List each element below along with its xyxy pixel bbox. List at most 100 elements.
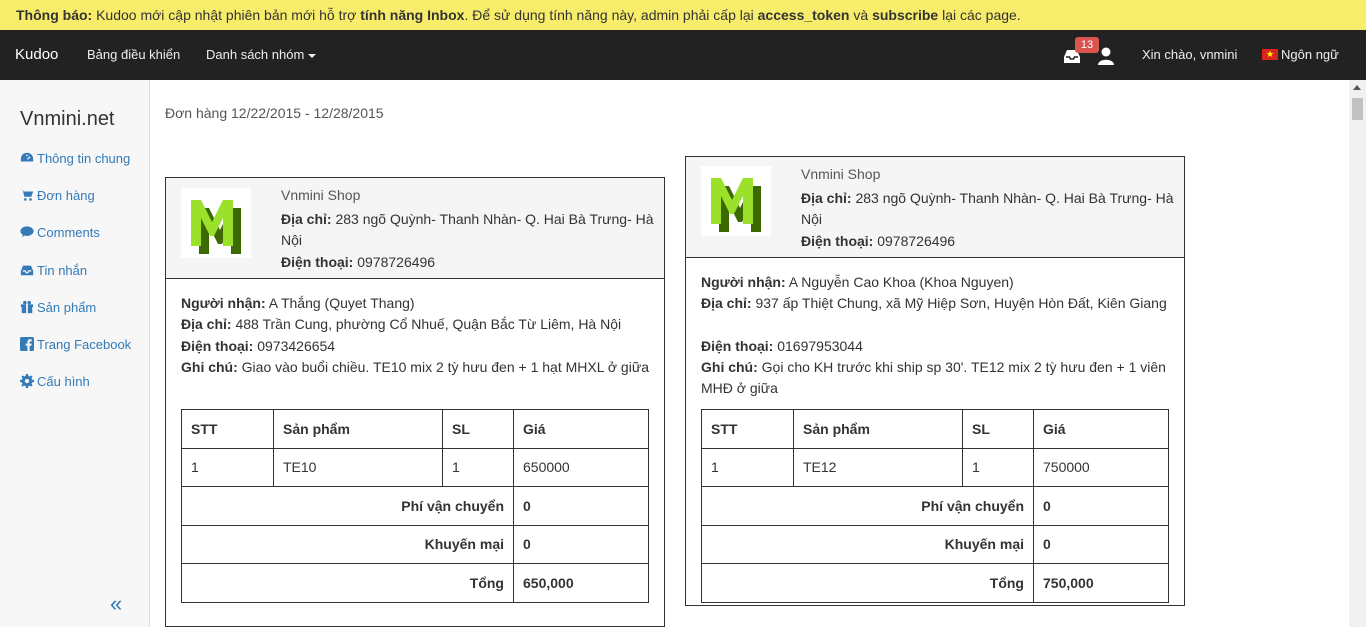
order-card: Vnmini Shop Địa chỉ: 283 ngõ Quỳnh- Than…: [685, 156, 1185, 606]
total-value: 650,000: [513, 563, 649, 603]
order-card: Vnmini Shop Địa chỉ: 283 ngõ Quỳnh- Than…: [165, 177, 665, 627]
top-navbar: Kudoo Bảng điều khiển Danh sách nhóm Xin…: [0, 30, 1366, 80]
phone-value: 01697953044: [773, 338, 863, 354]
discount-value: 0: [1033, 524, 1169, 564]
total-label: Tổng: [181, 563, 514, 603]
sidebar-item-products[interactable]: Sản phẩm: [20, 300, 96, 315]
shipping-value: 0: [513, 486, 649, 526]
discount-label: Khuyến mại: [701, 524, 1034, 564]
cell-product: TE12: [793, 447, 963, 487]
order-items-table: STT Sản phẩm SL Giá 1 TE10 1 650000 Phí …: [181, 409, 649, 603]
user-icon[interactable]: [1096, 46, 1116, 66]
discount-row: Khuyến mại 0: [701, 524, 1169, 564]
note-line: Ghi chú: Gọi cho KH trước khi ship sp 30…: [701, 357, 1171, 399]
shop-address-label: Địa chỉ:: [801, 190, 852, 206]
shipping-row: Phí vận chuyển 0: [701, 486, 1169, 526]
shipping-row: Phí vận chuyển 0: [181, 486, 649, 526]
cell-product: TE10: [273, 447, 443, 487]
cell-qty: 1: [962, 447, 1034, 487]
col-product: Sản phẩm: [793, 409, 963, 449]
shop-phone-label: Điện thoại:: [281, 254, 354, 270]
page-title: Đơn hàng 12/22/2015 - 12/28/2015: [165, 105, 384, 121]
cell-stt: 1: [181, 447, 274, 487]
notice-text: và: [849, 7, 873, 23]
shipping-label: Phí vận chuyển: [701, 486, 1034, 526]
note-label: Ghi chú:: [181, 359, 238, 375]
address-label: Địa chỉ:: [181, 316, 232, 332]
cell-price: 650000: [513, 447, 649, 487]
notice-token: access_token: [757, 7, 850, 23]
shop-name: Vnmini Shop: [281, 187, 361, 203]
sidebar-item-label: Đơn hàng: [37, 188, 95, 203]
inbox-icon: [20, 265, 34, 276]
gift-icon: [20, 300, 34, 314]
sidebar-item-messages[interactable]: Tin nhắn: [20, 263, 87, 278]
comments-icon: [20, 226, 34, 238]
cell-stt: 1: [701, 447, 794, 487]
shop-phone-label: Điện thoại:: [801, 233, 874, 249]
sidebar-item-label: Sản phẩm: [37, 300, 97, 315]
notice-text: Kudoo mới cập nhật phiên bản mới hỗ trợ: [92, 7, 361, 23]
sidebar-item-label: Cấu hình: [37, 374, 90, 389]
col-stt: STT: [701, 409, 794, 449]
address-label: Địa chỉ:: [701, 295, 752, 311]
note-line: Ghi chú: Giao vào buổi chiều. TE10 mix 2…: [181, 357, 651, 378]
brand-link[interactable]: Kudoo: [15, 30, 58, 80]
sidebar-item-facebook[interactable]: Trang Facebook: [20, 337, 131, 352]
table-header-row: STT Sản phẩm SL Giá: [181, 409, 649, 449]
col-qty: SL: [962, 409, 1034, 449]
shop-name: Vnmini Shop: [801, 166, 881, 182]
recipient-line: Người nhận: A Thắng (Quyet Thang): [181, 293, 651, 314]
sidebar-item-general[interactable]: Thông tin chung: [20, 151, 130, 166]
facebook-icon: [20, 337, 34, 351]
discount-value: 0: [513, 524, 649, 564]
nav-language[interactable]: Ngôn ngữ: [1262, 30, 1339, 80]
shop-phone: Điện thoại: 0978726496: [801, 231, 1181, 252]
phone-line: Điện thoại: 01697953044: [701, 336, 1171, 357]
sidebar-item-label: Thông tin chung: [37, 151, 131, 166]
dashboard-icon: [20, 152, 34, 162]
nav-dashboard[interactable]: Bảng điều khiển: [87, 30, 180, 80]
sidebar-item-settings[interactable]: Cấu hình: [20, 374, 90, 389]
site-title: Vnmini.net: [20, 108, 115, 130]
nav-language-label: Ngôn ngữ: [1281, 47, 1339, 62]
col-stt: STT: [181, 409, 274, 449]
notice-text: . Để sử dụng tính năng này, admin phải c…: [464, 7, 758, 23]
scrollbar-thumb[interactable]: [1352, 98, 1363, 120]
shop-address: Địa chỉ: 283 ngõ Quỳnh- Thanh Nhàn- Q. H…: [801, 188, 1181, 230]
total-row: Tổng 750,000: [701, 563, 1169, 603]
sidebar: Vnmini.net Thông tin chung Đơn hàng Comm…: [0, 80, 150, 627]
recipient-value: A Nguyễn Cao Khoa (Khoa Nguyen): [785, 274, 1014, 290]
collapse-sidebar-button[interactable]: «: [110, 593, 122, 615]
note-value: Gọi cho KH trước khi ship sp 30'. TE12 m…: [701, 359, 1166, 396]
nav-greeting[interactable]: Xin chào, vnmini: [1142, 30, 1237, 80]
page-scrollbar[interactable]: [1349, 80, 1366, 627]
nav-groups-dropdown[interactable]: Danh sách nhóm: [206, 30, 317, 80]
cell-price: 750000: [1033, 447, 1169, 487]
discount-label: Khuyến mại: [181, 524, 514, 564]
address-value: 937 ấp Thiệt Chung, xã Mỹ Hiệp Sơn, Huyệ…: [751, 295, 1167, 311]
recipient-label: Người nhận:: [701, 274, 786, 290]
recipient-label: Người nhận:: [181, 295, 266, 311]
notice-bar: Thông báo: Kudoo mới cập nhật phiên bản …: [0, 0, 1366, 30]
notice-subscribe: subscribe: [872, 7, 939, 23]
shop-phone-value: 0978726496: [873, 233, 956, 249]
cell-qty: 1: [442, 447, 514, 487]
shop-address-label: Địa chỉ:: [281, 211, 332, 227]
sidebar-item-label: Tin nhắn: [37, 263, 88, 278]
total-row: Tổng 650,000: [181, 563, 649, 603]
shop-phone-value: 0978726496: [353, 254, 436, 270]
table-header-row: STT Sản phẩm SL Giá: [701, 409, 1169, 449]
recipient-value: A Thắng (Quyet Thang): [265, 295, 415, 311]
shipping-value: 0: [1033, 486, 1169, 526]
col-product: Sản phẩm: [273, 409, 443, 449]
order-items-table: STT Sản phẩm SL Giá 1 TE12 1 750000 Phí …: [701, 409, 1169, 603]
scroll-up-icon[interactable]: [1353, 85, 1361, 90]
inbox-count-badge: 13: [1075, 37, 1099, 53]
col-qty: SL: [442, 409, 514, 449]
sidebar-item-comments[interactable]: Comments: [20, 225, 100, 240]
sidebar-item-orders[interactable]: Đơn hàng: [20, 188, 95, 203]
note-value: Giao vào buổi chiều. TE10 mix 2 tỳ hưu đ…: [237, 359, 649, 375]
total-label: Tổng: [701, 563, 1034, 603]
table-row: 1 TE12 1 750000: [701, 447, 1169, 487]
